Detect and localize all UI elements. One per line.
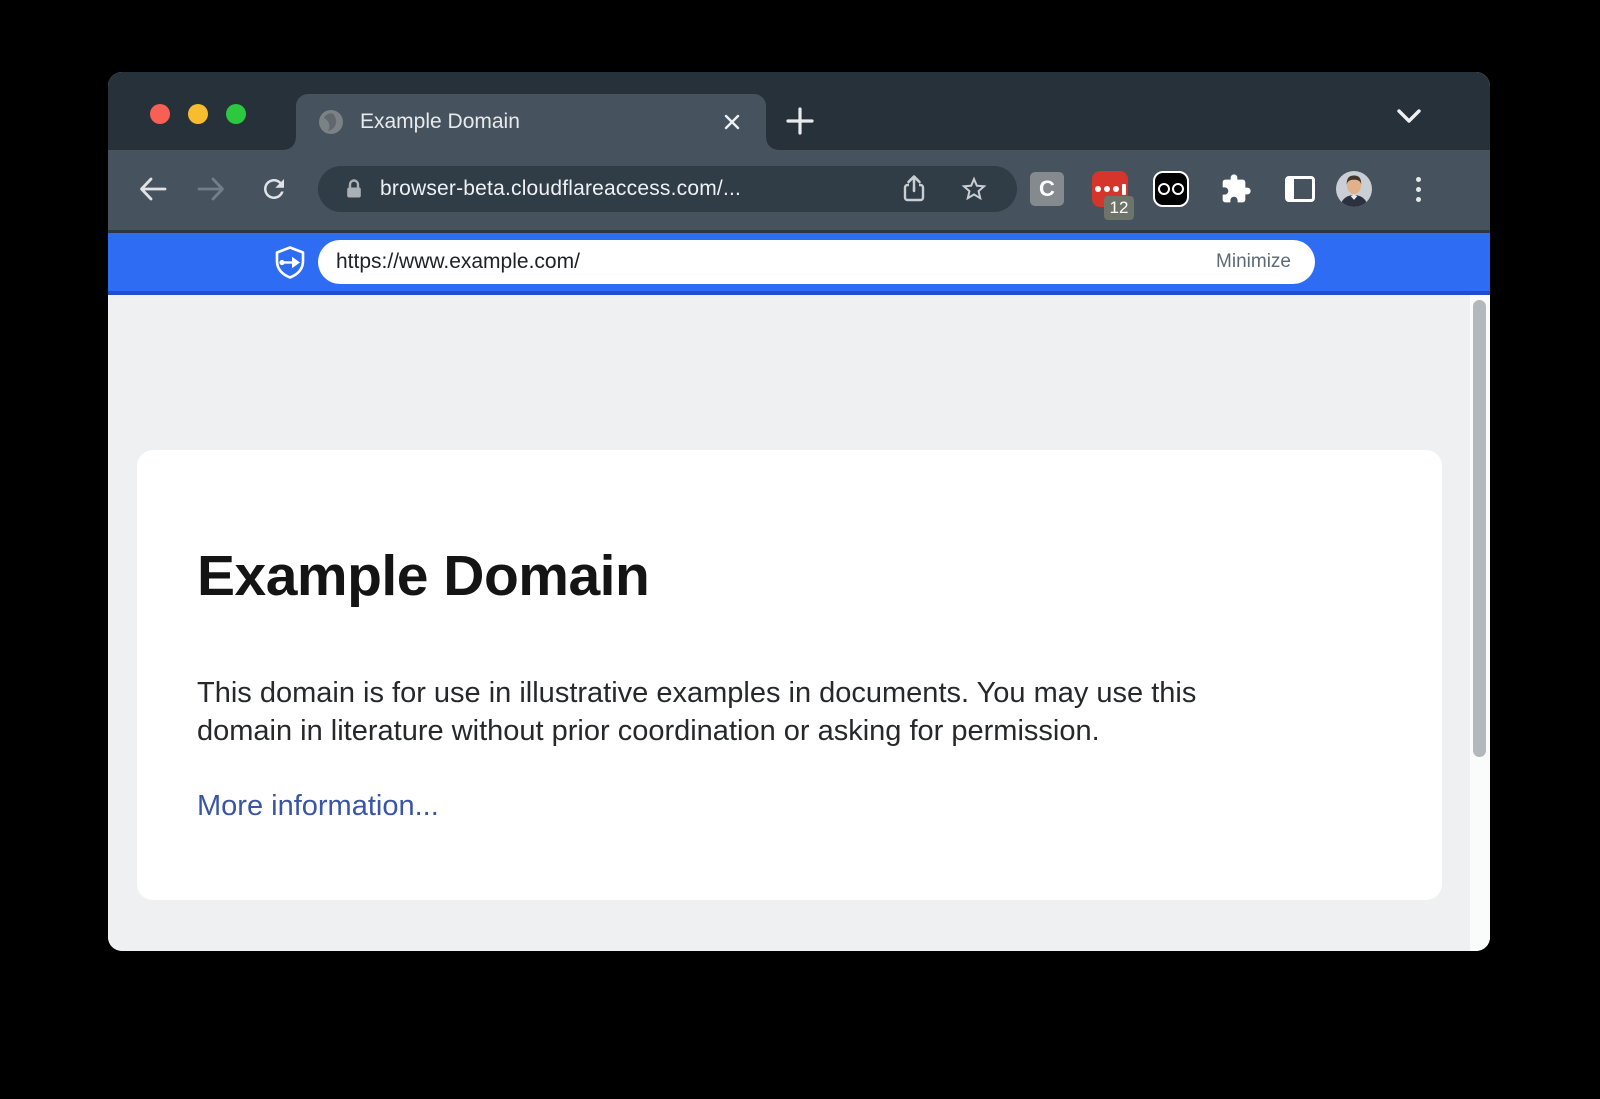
scrollbar-thumb[interactable] [1473, 300, 1486, 757]
minimize-button[interactable]: Minimize [1216, 251, 1291, 273]
back-arrow-icon [137, 173, 169, 205]
forward-button[interactable] [189, 167, 233, 211]
extensions-puzzle-icon[interactable] [1218, 171, 1254, 207]
page-body: This domain is for use in illustrative e… [197, 674, 1377, 750]
page-title: Example Domain [197, 544, 1382, 608]
scrollbar-track[interactable] [1470, 295, 1490, 951]
isolation-url-bar: https://www.example.com/ Minimize [108, 233, 1490, 295]
isolation-url-text[interactable]: https://www.example.com/ [336, 250, 580, 274]
browser-window: Example Domain [108, 72, 1490, 951]
tab-bar: Example Domain [108, 72, 1490, 150]
shield-arrow-icon [274, 246, 306, 280]
traffic-light-close-button[interactable] [150, 104, 170, 124]
traffic-light-zoom-button[interactable] [226, 104, 246, 124]
share-icon[interactable] [897, 172, 931, 206]
plus-icon [785, 106, 815, 136]
forward-arrow-icon [195, 173, 227, 205]
example-domain-card: Example Domain This domain is for use in… [137, 450, 1442, 900]
reload-icon [259, 174, 289, 204]
page-content: Example Domain This domain is for use in… [108, 295, 1490, 951]
password-manager-extension-icon[interactable]: 12 [1092, 171, 1128, 207]
tab-search-chevron-down-icon[interactable] [1396, 108, 1422, 126]
traffic-light-minimize-button[interactable] [188, 104, 208, 124]
profile-avatar[interactable] [1336, 171, 1372, 207]
tab-title: Example Domain [360, 110, 718, 134]
globe-favicon-icon [318, 109, 344, 135]
oo-extension-icon[interactable] [1153, 171, 1189, 207]
reload-button[interactable] [252, 167, 296, 211]
isolation-url-input[interactable]: https://www.example.com/ Minimize [318, 240, 1315, 284]
tab-example-domain[interactable]: Example Domain [296, 94, 766, 150]
extension-c-icon[interactable]: C [1029, 171, 1065, 207]
new-tab-button[interactable] [780, 101, 820, 141]
lock-icon[interactable] [342, 177, 366, 201]
address-bar[interactable]: browser-beta.cloudflareaccess.com/... [318, 166, 1017, 212]
extension-badge: 12 [1104, 196, 1134, 220]
tab-close-icon[interactable] [718, 108, 746, 136]
side-panel-icon[interactable] [1282, 171, 1318, 207]
address-bar-url[interactable]: browser-beta.cloudflareaccess.com/... [380, 177, 897, 201]
back-button[interactable] [131, 167, 175, 211]
browser-toolbar: browser-beta.cloudflareaccess.com/... C [108, 150, 1490, 233]
bookmark-star-icon[interactable] [957, 172, 991, 206]
three-dot-menu-icon[interactable] [1400, 171, 1436, 207]
more-information-link[interactable]: More information... [197, 790, 439, 823]
